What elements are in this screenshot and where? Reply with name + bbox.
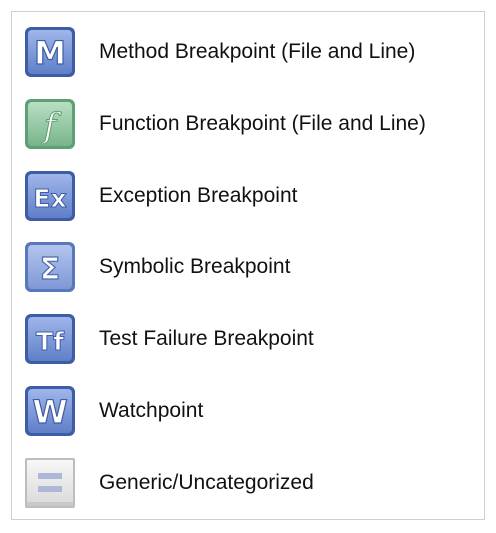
legend-item-exception-breakpoint: Ex Exception Breakpoint: [12, 170, 484, 222]
legend-label-generic: Generic/Uncategorized: [99, 471, 314, 494]
legend-item-test-failure-breakpoint: Tf Test Failure Breakpoint: [12, 313, 484, 365]
watchpoint-icon: W: [24, 385, 76, 437]
breakpoint-legend: M Method Breakpoint (File and Line) f Fu…: [11, 11, 485, 520]
method-breakpoint-icon: M: [24, 26, 76, 78]
legend-label-symbolic-breakpoint: Symbolic Breakpoint: [99, 255, 291, 278]
test-failure-breakpoint-icon: Tf: [24, 313, 76, 365]
generic-breakpoint-icon: [24, 457, 76, 509]
legend-label-method-breakpoint: Method Breakpoint (File and Line): [99, 40, 416, 63]
legend-label-function-breakpoint: Function Breakpoint (File and Line): [99, 112, 426, 135]
legend-item-method-breakpoint: M Method Breakpoint (File and Line): [12, 26, 484, 78]
svg-text:M: M: [34, 34, 66, 72]
exception-breakpoint-icon: Ex: [24, 170, 76, 222]
legend-item-function-breakpoint: f Function Breakpoint (File and Line): [12, 98, 484, 150]
legend-label-test-failure-breakpoint: Test Failure Breakpoint: [99, 327, 314, 350]
svg-text:Ex: Ex: [33, 184, 66, 213]
legend-item-generic: Generic/Uncategorized: [12, 457, 484, 509]
svg-text:W: W: [32, 393, 67, 431]
symbolic-breakpoint-icon: Σ: [24, 241, 76, 293]
legend-label-watchpoint: Watchpoint: [99, 399, 204, 422]
svg-text:Σ: Σ: [40, 252, 61, 287]
legend-label-exception-breakpoint: Exception Breakpoint: [99, 184, 298, 207]
legend-item-symbolic-breakpoint: Σ Symbolic Breakpoint: [12, 241, 484, 293]
legend-item-watchpoint: W Watchpoint: [12, 385, 484, 437]
function-breakpoint-icon: f: [24, 98, 76, 150]
svg-text:Tf: Tf: [36, 327, 65, 356]
